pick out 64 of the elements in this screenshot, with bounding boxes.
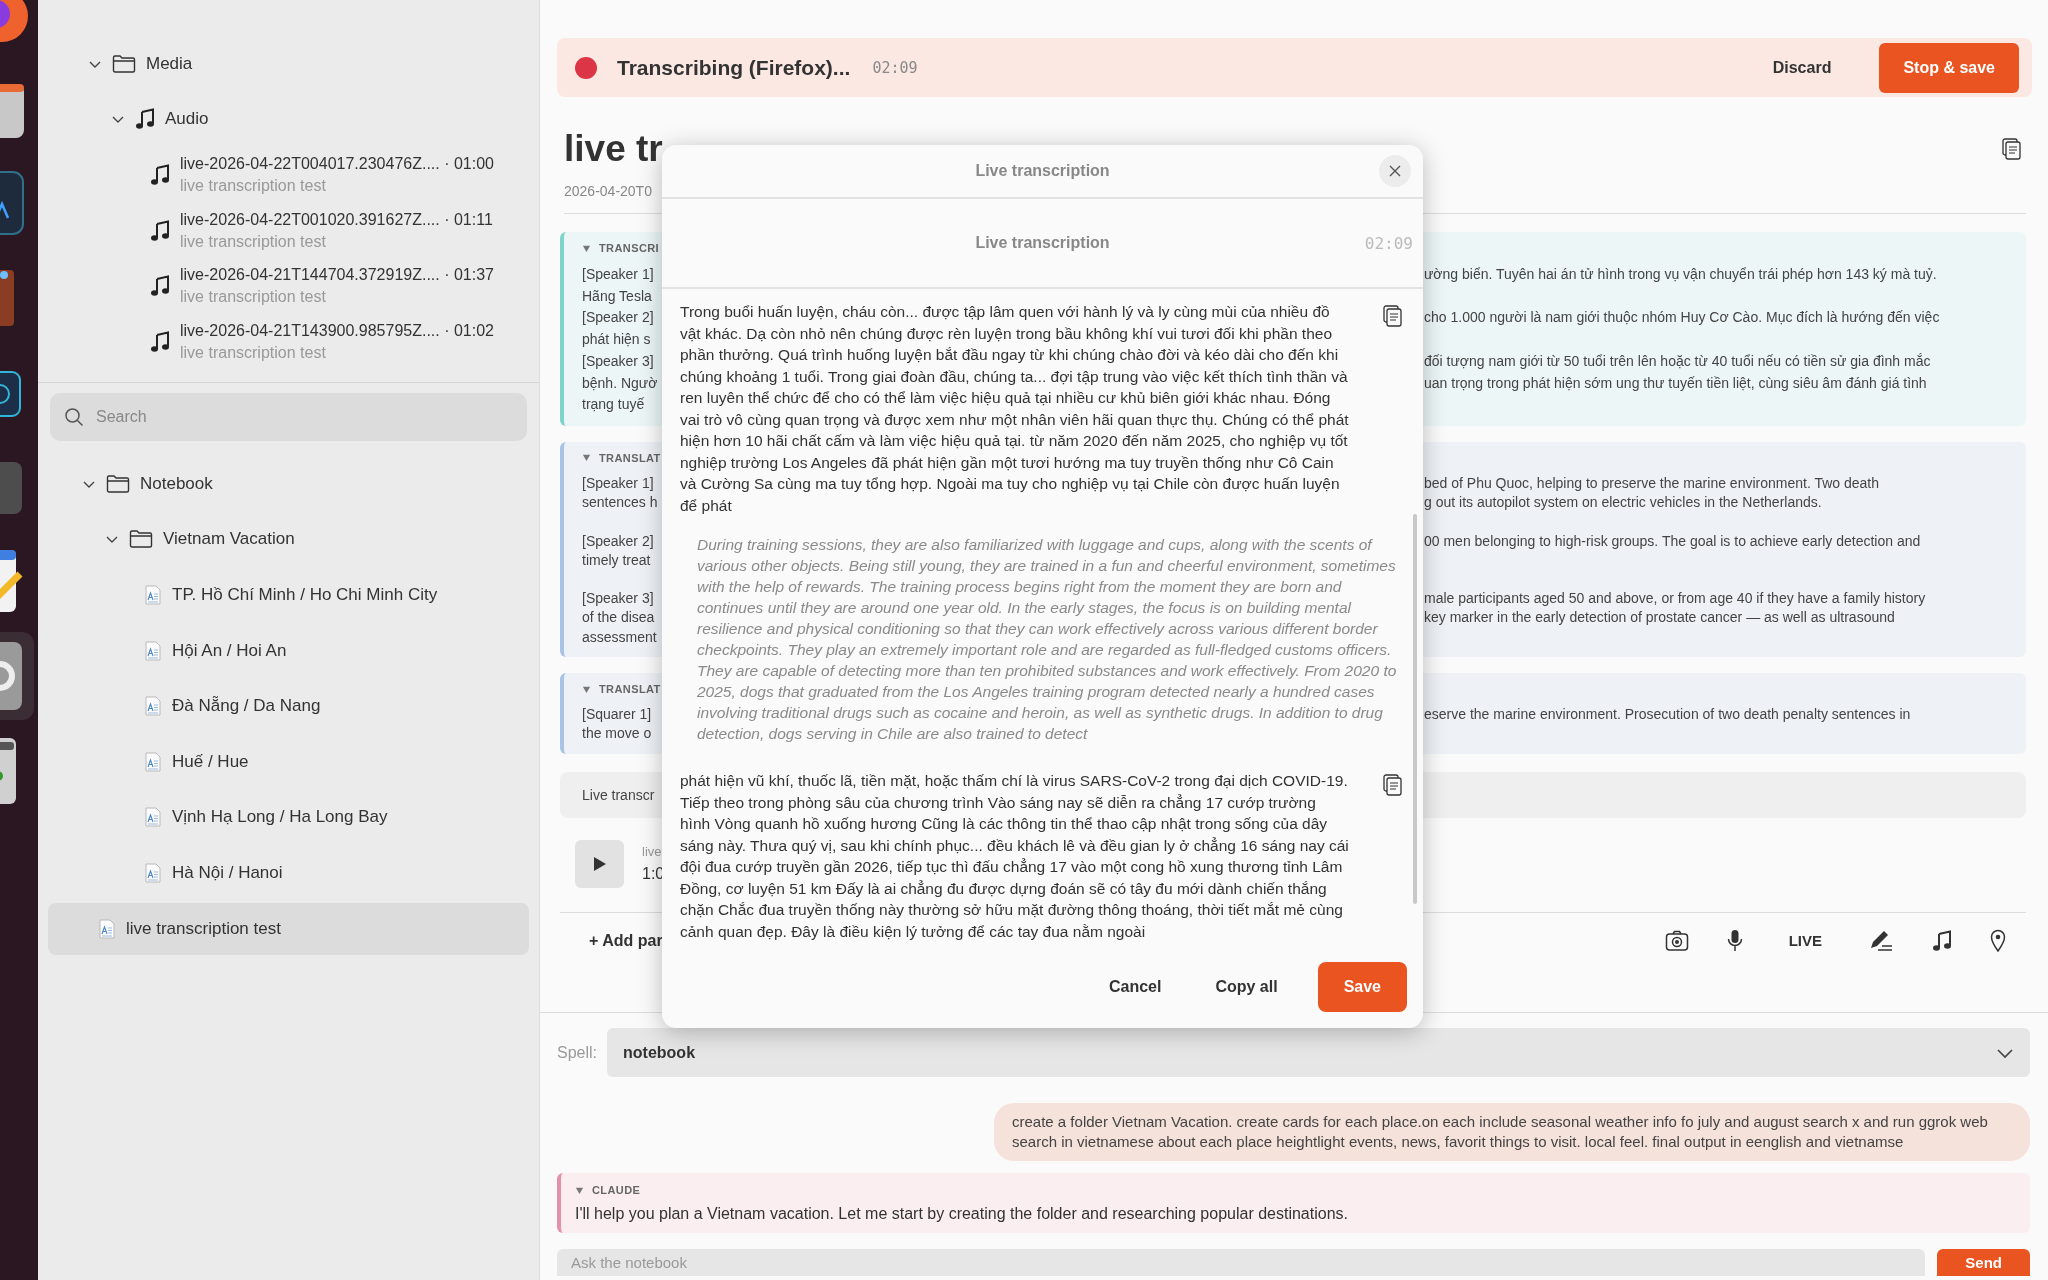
card-text: [Speaker 1] bbox=[582, 473, 655, 493]
tree-item-label: Huế / Hue bbox=[172, 751, 249, 772]
card-text: phát hiện s bbox=[582, 330, 652, 350]
tree-item-label: Hà Nội / Hanoi bbox=[172, 862, 283, 883]
card-text: [Speaker 2] bbox=[582, 308, 655, 328]
card-text: 00 men belonging to high-risk groups. The goal is to achieve early detection and bbox=[1424, 531, 1922, 551]
tree-item-label: Vịnh Hạ Long / Ha Long Bay bbox=[172, 807, 388, 828]
audio-file-name: live-2026-04-22T004017.230476Z.... · 01:00 bbox=[180, 154, 494, 174]
card-text: ường biển. Tuyên hai án tử hình trong vụ vận chuyển trái phép hơn 143 ký mà tuỷ. bbox=[1424, 265, 1938, 284]
recording-title: Transcribing (Firefox)... bbox=[617, 55, 851, 80]
audio-name: live bbox=[642, 844, 663, 860]
card-text: bed of Phu Quoc, helping to preserve the marine environment. Two death bbox=[1424, 473, 1881, 493]
card-text: g out its autopilot system on electric vehicles in the Netherlands. bbox=[1424, 493, 1823, 513]
dialog-title: Live transcription bbox=[975, 162, 1110, 180]
audio-note-title: live transcription test bbox=[180, 176, 327, 196]
chip-label: Live transcr bbox=[582, 786, 655, 803]
card-text: uan trọng trong phát hiện sớm ung thư tuyến tiền liệt, cùng siêu âm đánh giá tình bbox=[1424, 373, 1928, 393]
tree-item-label: TP. Hồ Chí Minh / Ho Chi Minh City bbox=[172, 585, 438, 605]
card-text: cho 1.000 người là nam giới thuộc nhóm Huy Cơ Cào. Mục đích là hướng đến việc bbox=[1424, 308, 1941, 328]
card-text: [Speaker 2] bbox=[582, 531, 655, 551]
note-title: live tr bbox=[564, 128, 663, 170]
audio-file-name: live-2026-04-22T001020.391627Z.... · 01:11 bbox=[180, 209, 493, 230]
audio-file-name: live-2026-04-21T144704.372919Z.... · 01:37 bbox=[180, 265, 494, 286]
user-message: create a folder Vietnam Vacation. create cards for each place.on each include seasonal weather info fo july and august search x and run ggrok web search in vietnamese about each place heightlight events, news, favorit things to visit. local feel. final output in eenglish and vietnamse bbox=[994, 1103, 2030, 1161]
transcript-paragraph: Trong buổi huấn luyện, cháu còn... được tập lâm quen với hành lý và ly cùng mùi của nhiều đồ vật khác. Dạ còn nhỏ nên chúng được rèn luyện trong bầu không khí vui tươi đối khi phần theo phần thưởng. Quá trình huống luyện bắt đầu ngay từ khi chúng chào đời và kéo dài cho đến khi chúng khoảng 1 tuổi. Trong giai đoàn đầu, chúng ta... đợi tập trung vào việc kết thích tình thần và ren luyên thể chức để cho có thể làm việc hiệu quả tại nhiều cư khủ biên giới khác nhau. Đóng vai trò vô cùng quan trọng và được xem như một nhân viên hãi quan thực thụ. Chúng có thể phát hiện hơn 10 hãi chất cấm và làm việc hiệu quả tại. từ năm 2020 đến năm 2025, cho nghiệp vụ tốt nghiệp trường Los Angeles đã phát hiện gần một tươi hướng ma tuy truyền thống như Cô Cain và Cường Sa cùng ma tuy tổng hợp. Ngoài ma tuy cho nghiệp vụ tại Chile còn được huấn luyện để phát bbox=[680, 302, 1350, 516]
card-text: timely treat bbox=[582, 550, 652, 570]
tree-item-label: Audio bbox=[165, 109, 209, 130]
spell-label: Spell: bbox=[557, 1043, 598, 1062]
assistant-message: I'll help you plan a Vietnam vacation. Let me start by creating the folder and researching popular destinations. bbox=[575, 1205, 1349, 1223]
card-text: assessment bbox=[582, 627, 658, 647]
tree-item-label: Đà Nẵng / Da Nang bbox=[172, 696, 321, 717]
card-text: key marker in the early detection of prostate cancer — as well as ultrasound bbox=[1424, 608, 1896, 628]
card-text: Hãng Tesla bbox=[582, 286, 653, 306]
card-text: [Squarer 1] bbox=[582, 705, 653, 724]
card-text: eserve the marine environment. Prosecution of two death penalty sentences in bbox=[1424, 705, 1912, 724]
tree-item-label: Vietnam Vacation bbox=[163, 529, 295, 550]
card-text: of the disea bbox=[582, 608, 656, 628]
recording-timer: 02:09 bbox=[872, 58, 918, 77]
audio-note-title: live transcription test bbox=[180, 231, 327, 252]
card-text: [Speaker 3] bbox=[582, 589, 655, 609]
translation-paragraph: During training sessions, they are also familiarized with luggage and cups, along with the scents of various other objects. Being still young, they are trained in a fun and cheerful environment, sometimes with the help of rewards. The training process begins right from the moment they are born and continues until they are around one year old. In the early stages, the focus is on building mental resilience and physical conditioning so that they can work effectively across various different border checkpoints. They play an extremely important role and are regarded as full-fledged customs officers. They are capable of detecting more than ten prohibited substances and work effectively. From 2020 to 2025, dogs that graduated from the Los Angeles training program detected nearly a hundred cases involving traditional drugs such as cocaine and heroin, as well as synthetic drugs. In addition to drug detection, dogs serving in Chile are also trained to detect bbox=[697, 535, 1397, 744]
tree-item-label: live transcription test bbox=[126, 918, 281, 939]
card-text: đối tượng nam giới từ 50 tuổi trên lên hoặc từ 40 tuổi nếu có tiền sử gia đình mắc bbox=[1424, 351, 1932, 371]
audio-note-title: live transcription test bbox=[180, 287, 327, 308]
tree-item-label: Notebook bbox=[140, 473, 213, 494]
card-header: TRANSCRI bbox=[599, 242, 660, 254]
note-date: 2026-04-20T0 bbox=[564, 183, 653, 199]
card-text: trạng tuyế bbox=[582, 395, 646, 415]
card-text: [Speaker 3] bbox=[582, 351, 655, 371]
card-text: male participants aged 50 and above, or from age 40 if they have a family history bbox=[1424, 589, 1927, 609]
message-author: CLAUDE bbox=[592, 1184, 641, 1196]
card-text: [Speaker 1] bbox=[582, 265, 655, 284]
audio-file-name: live-2026-04-21T143900.985795Z.... · 01:02 bbox=[180, 320, 494, 341]
card-text: the move o bbox=[582, 724, 653, 744]
card-text: sentences h bbox=[582, 493, 659, 513]
card-header: TRANSLAT bbox=[599, 683, 661, 695]
card-header: TRANSLAT bbox=[599, 451, 661, 464]
card-text: bệnh. Ngườ bbox=[582, 373, 659, 393]
audio-note-title: live transcription test bbox=[180, 342, 327, 363]
transcript-paragraph: phát hiện vũ khí, thuốc lã, tiền mặt, hoặc thấm chí là virus SARS-CoV-2 trong đại dịch COVID-19. Tiếp theo trong phòng sâu của chương trình Vào sáng nay sẽ diễn ra chẳng 17 cướp trường hình Vòng quanh hồ xuống hương Cũng là các thông tin thể thao cập nhật trong sống của dây sáng này. Thưa quý vị, sau khi chính phục... đều khách lê và đều gian ly ở chẳng 16 sáng nay cái đội đua cướp truyền gần 2026, tiếp tục thì đấu chẳng 17 vào một cong hồ xung thương tỉnh Lâm Đồng, cơ luyện 51 km Đấy là ai chẳng đu được dựng đoán sẽ có tây đu mới dành chiến thắng chặn Chắc đua truyền thống này thường sở hữu mặt đường thông thoáng, thời tiết mắt mẻ cùng cảnh quan đẹp. Đây là điều kiện lý tưởng để các tay đua nằm ngoài bbox=[680, 771, 1350, 942]
tree-item-label: Hội An / Hoi An bbox=[172, 640, 287, 661]
elapsed-time: 02:09 bbox=[1364, 233, 1413, 253]
tree-item-label: Media bbox=[146, 53, 193, 74]
dialog-subtitle: Live transcription bbox=[975, 234, 1110, 252]
